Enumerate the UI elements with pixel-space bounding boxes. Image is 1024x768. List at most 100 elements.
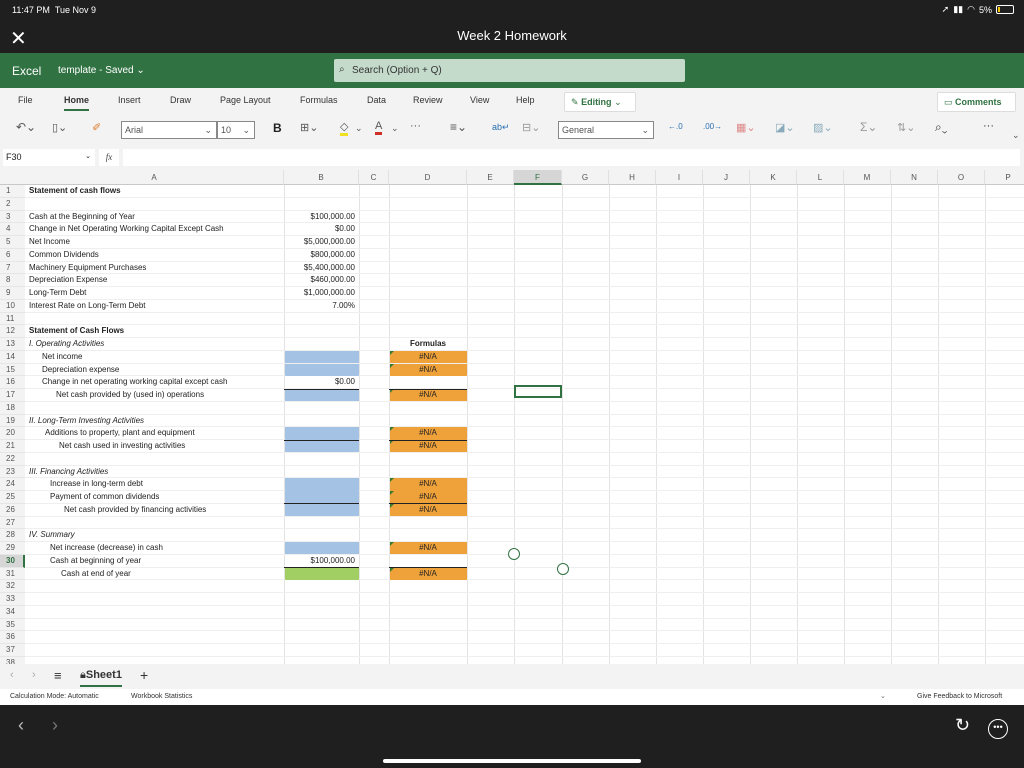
cell-B16[interactable]: $0.00 <box>288 376 355 389</box>
clipboard-icon[interactable]: ▯⌄ <box>52 121 67 134</box>
row-header-16[interactable]: 16 <box>0 376 25 389</box>
row-header-23[interactable]: 23 <box>0 465 25 479</box>
cell-A25[interactable]: Payment of common dividends <box>50 491 284 504</box>
cell-B6[interactable]: $800,000.00 <box>288 249 356 262</box>
row-header-28[interactable]: 28 <box>0 529 25 542</box>
cell-A6[interactable]: Common Dividends <box>29 249 284 262</box>
row-header-3[interactable]: 3 <box>0 210 25 224</box>
cell-D17[interactable]: #N/A <box>393 389 463 402</box>
formula-input[interactable] <box>123 149 1020 166</box>
column-header-A[interactable]: A <box>25 170 284 185</box>
cell-D14[interactable]: #N/A <box>393 351 463 364</box>
row-header-20[interactable]: 20 <box>0 427 25 440</box>
next-sheet-icon[interactable]: › <box>32 669 36 681</box>
name-box[interactable]: F30 ⌄ <box>3 149 95 166</box>
column-header-B[interactable]: B <box>284 170 359 185</box>
number-format-select[interactable]: General ⌄ <box>558 121 654 139</box>
cell-A15[interactable]: Depreciation expense <box>42 364 284 377</box>
cell-B3[interactable]: $100,000.00 <box>288 211 356 224</box>
selected-cell-F30[interactable] <box>514 385 562 398</box>
column-header-N[interactable]: N <box>891 170 938 185</box>
function-icon[interactable]: fx <box>99 149 119 166</box>
tab-home[interactable]: Home <box>64 95 90 111</box>
cell-fill-B24[interactable] <box>285 478 359 491</box>
cell-A5[interactable]: Net Income <box>29 236 284 249</box>
cell-B30[interactable]: $100,000.00 <box>288 555 356 568</box>
row-header-30[interactable]: 30 <box>0 554 25 568</box>
column-header-L[interactable]: L <box>797 170 844 185</box>
row-header-38[interactable]: 38 <box>0 656 25 664</box>
more-icon[interactable]: ••• <box>988 719 1008 739</box>
cell-A24[interactable]: Increase in long-term debt <box>50 478 284 491</box>
column-header-J[interactable]: J <box>703 170 750 185</box>
row-header-24[interactable]: 24 <box>0 478 25 491</box>
cell-A17[interactable]: Net cash provided by (used in) operation… <box>56 389 284 402</box>
expand-ribbon-icon[interactable]: ⌄ <box>1012 130 1020 141</box>
reload-icon[interactable]: ↻ <box>955 715 970 736</box>
selection-handle-start[interactable] <box>508 548 520 560</box>
sheet-tab-sheet1[interactable]: 🔒︎Sheet1 <box>80 669 122 687</box>
cell-A14[interactable]: Net income <box>42 351 284 364</box>
row-header-17[interactable]: 17 <box>0 389 25 402</box>
font-size-select[interactable]: 10 ⌄ <box>217 121 255 139</box>
cell-B9[interactable]: $1,000,000.00 <box>288 287 355 300</box>
cell-A19[interactable]: II. Long-Term Investing Activities <box>29 415 284 428</box>
row-header-36[interactable]: 36 <box>0 631 25 644</box>
tab-draw[interactable]: Draw <box>170 95 191 105</box>
cell-D15[interactable]: #N/A <box>393 364 463 377</box>
tab-view[interactable]: View <box>470 95 489 105</box>
column-header-I[interactable]: I <box>656 170 703 185</box>
cell-A3[interactable]: Cash at the Beginning of Year <box>29 211 284 224</box>
row-header-15[interactable]: 15 <box>0 363 25 377</box>
row-header-14[interactable]: 14 <box>0 350 25 364</box>
row-header-1[interactable]: 1 <box>0 185 25 198</box>
editing-mode-button[interactable]: ✎ Editing ⌄ <box>564 92 636 112</box>
undo-icon[interactable]: ↶⌄ <box>16 120 36 134</box>
cell-A7[interactable]: Machinery Equipment Purchases <box>29 262 284 275</box>
cell-fill-B20[interactable] <box>285 427 359 440</box>
cell-B4[interactable]: $0.00 <box>288 223 355 236</box>
tab-page-layout[interactable]: Page Layout <box>220 95 271 105</box>
cell-A30[interactable]: Cash at beginning of year <box>50 555 284 568</box>
chevron-down-icon[interactable]: ⌄ <box>391 123 399 134</box>
feedback-link[interactable]: Give Feedback to Microsoft <box>917 693 1002 700</box>
selection-handle-end[interactable] <box>557 563 569 575</box>
font-name-select[interactable]: Arial ⌄ <box>121 121 217 139</box>
comments-button[interactable]: ▭ Comments <box>937 92 1016 112</box>
cell-A10[interactable]: Interest Rate on Long-Term Debt <box>29 300 284 313</box>
row-header-27[interactable]: 27 <box>0 516 25 530</box>
row-header-10[interactable]: 10 <box>0 299 25 313</box>
cell-A12[interactable]: Statement of Cash Flows <box>29 325 284 338</box>
cell-D13[interactable]: Formulas <box>393 338 463 351</box>
cell-D26[interactable]: #N/A <box>393 504 463 517</box>
cell-A9[interactable]: Long-Term Debt <box>29 287 284 300</box>
chevron-down-icon[interactable]: ⌄ <box>355 123 363 134</box>
document-name-menu[interactable]: template - Saved ⌄ <box>58 65 145 76</box>
merge-icon[interactable]: ⊟⌄ <box>522 121 540 134</box>
cell-B5[interactable]: $5,000,000.00 <box>288 236 355 249</box>
cell-A23[interactable]: III. Financing Activities <box>29 466 284 479</box>
font-color-icon[interactable]: A <box>375 120 383 135</box>
autosum-icon[interactable]: Σ⌄ <box>860 120 877 134</box>
column-header-E[interactable]: E <box>467 170 514 185</box>
column-header-F[interactable]: F <box>514 170 562 185</box>
cell-B8[interactable]: $460,000.00 <box>288 274 356 287</box>
row-header-13[interactable]: 13 <box>0 338 25 351</box>
tab-help[interactable]: Help <box>516 95 535 105</box>
cell-A16[interactable]: Change in net operating working capital … <box>42 376 284 389</box>
cell-fill-B21[interactable] <box>285 440 359 453</box>
tab-data[interactable]: Data <box>367 95 386 105</box>
row-header-11[interactable]: 11 <box>0 312 25 326</box>
cell-D25[interactable]: #N/A <box>393 491 463 504</box>
row-header-5[interactable]: 5 <box>0 236 25 249</box>
cell-D21[interactable]: #N/A <box>393 440 463 453</box>
cell-fill-B14[interactable] <box>285 350 359 363</box>
cell-B10[interactable]: 7.00% <box>288 300 355 313</box>
back-icon[interactable]: ‹ <box>18 715 24 736</box>
tab-formulas[interactable]: Formulas <box>300 95 338 105</box>
column-header-C[interactable]: C <box>359 170 389 185</box>
fill-color-icon[interactable]: ◇ <box>340 120 349 136</box>
align-icon[interactable]: ≡⌄ <box>450 120 467 134</box>
column-header-M[interactable]: M <box>844 170 891 185</box>
wrap-text-icon[interactable]: ab↵ <box>492 122 510 133</box>
